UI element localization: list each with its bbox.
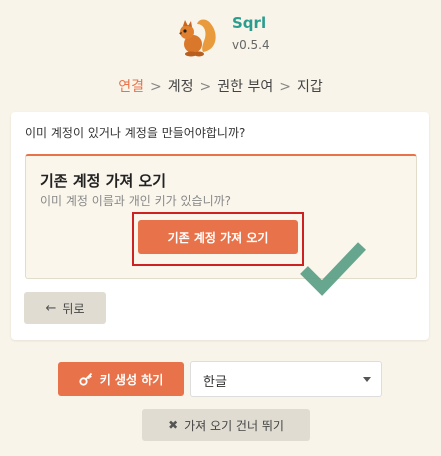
generate-key-label: 키 생성 하기 (99, 372, 164, 387)
account-card: 이미 계정이 있거나 계정을 만들어야합니까? 기존 계정 가져 오기 이미 계… (11, 112, 429, 340)
breadcrumb-step-permissions: 권한 부여 (217, 79, 274, 95)
x-icon: ✖ (168, 418, 179, 432)
skip-import-button[interactable]: ✖ 가져 오기 건너 뛰기 (142, 409, 310, 441)
back-button-label: 뒤로 (62, 301, 85, 316)
squirrel-logo-icon (179, 19, 216, 57)
generate-key-button[interactable]: 키 생성 하기 (58, 362, 184, 396)
app-name: Sqrl (232, 14, 267, 32)
breadcrumb: 연결 > 계정 > 권한 부여 > 지갑 (0, 76, 441, 96)
account-question: 이미 계정이 있거나 계정을 만들어야합니까? (25, 126, 246, 140)
breadcrumb-step-account: 계정 (167, 79, 194, 95)
import-account-title: 기존 계정 가져 오기 (40, 172, 167, 190)
caret-down-icon (363, 377, 371, 382)
language-selected-value: 한글 (203, 375, 227, 390)
import-account-button[interactable]: 기존 계정 가져 오기 (138, 220, 298, 254)
skip-import-label: 가져 오기 건너 뛰기 (184, 418, 284, 433)
import-account-description: 이미 계정 이름과 개인 키가 있습니까? (40, 194, 232, 208)
breadcrumb-step-wallet: 지갑 (296, 79, 323, 95)
arrow-left-icon: ← (45, 300, 57, 316)
key-icon (79, 372, 92, 386)
back-button[interactable]: ← 뒤로 (24, 292, 106, 324)
import-account-panel: 기존 계정 가져 오기 이미 계정 이름과 개인 키가 있습니까? 기존 계정 … (25, 154, 417, 296)
header: Sqrl v0.5.4 (0, 0, 441, 68)
breadcrumb-separator: > (279, 79, 291, 95)
language-select[interactable]: 한글 (190, 361, 382, 397)
breadcrumb-separator: > (199, 79, 212, 95)
breadcrumb-separator: > (150, 79, 162, 95)
app-version: v0.5.4 (232, 38, 270, 52)
checkmark-icon (300, 242, 366, 296)
breadcrumb-step-connect: 연결 (118, 79, 145, 95)
